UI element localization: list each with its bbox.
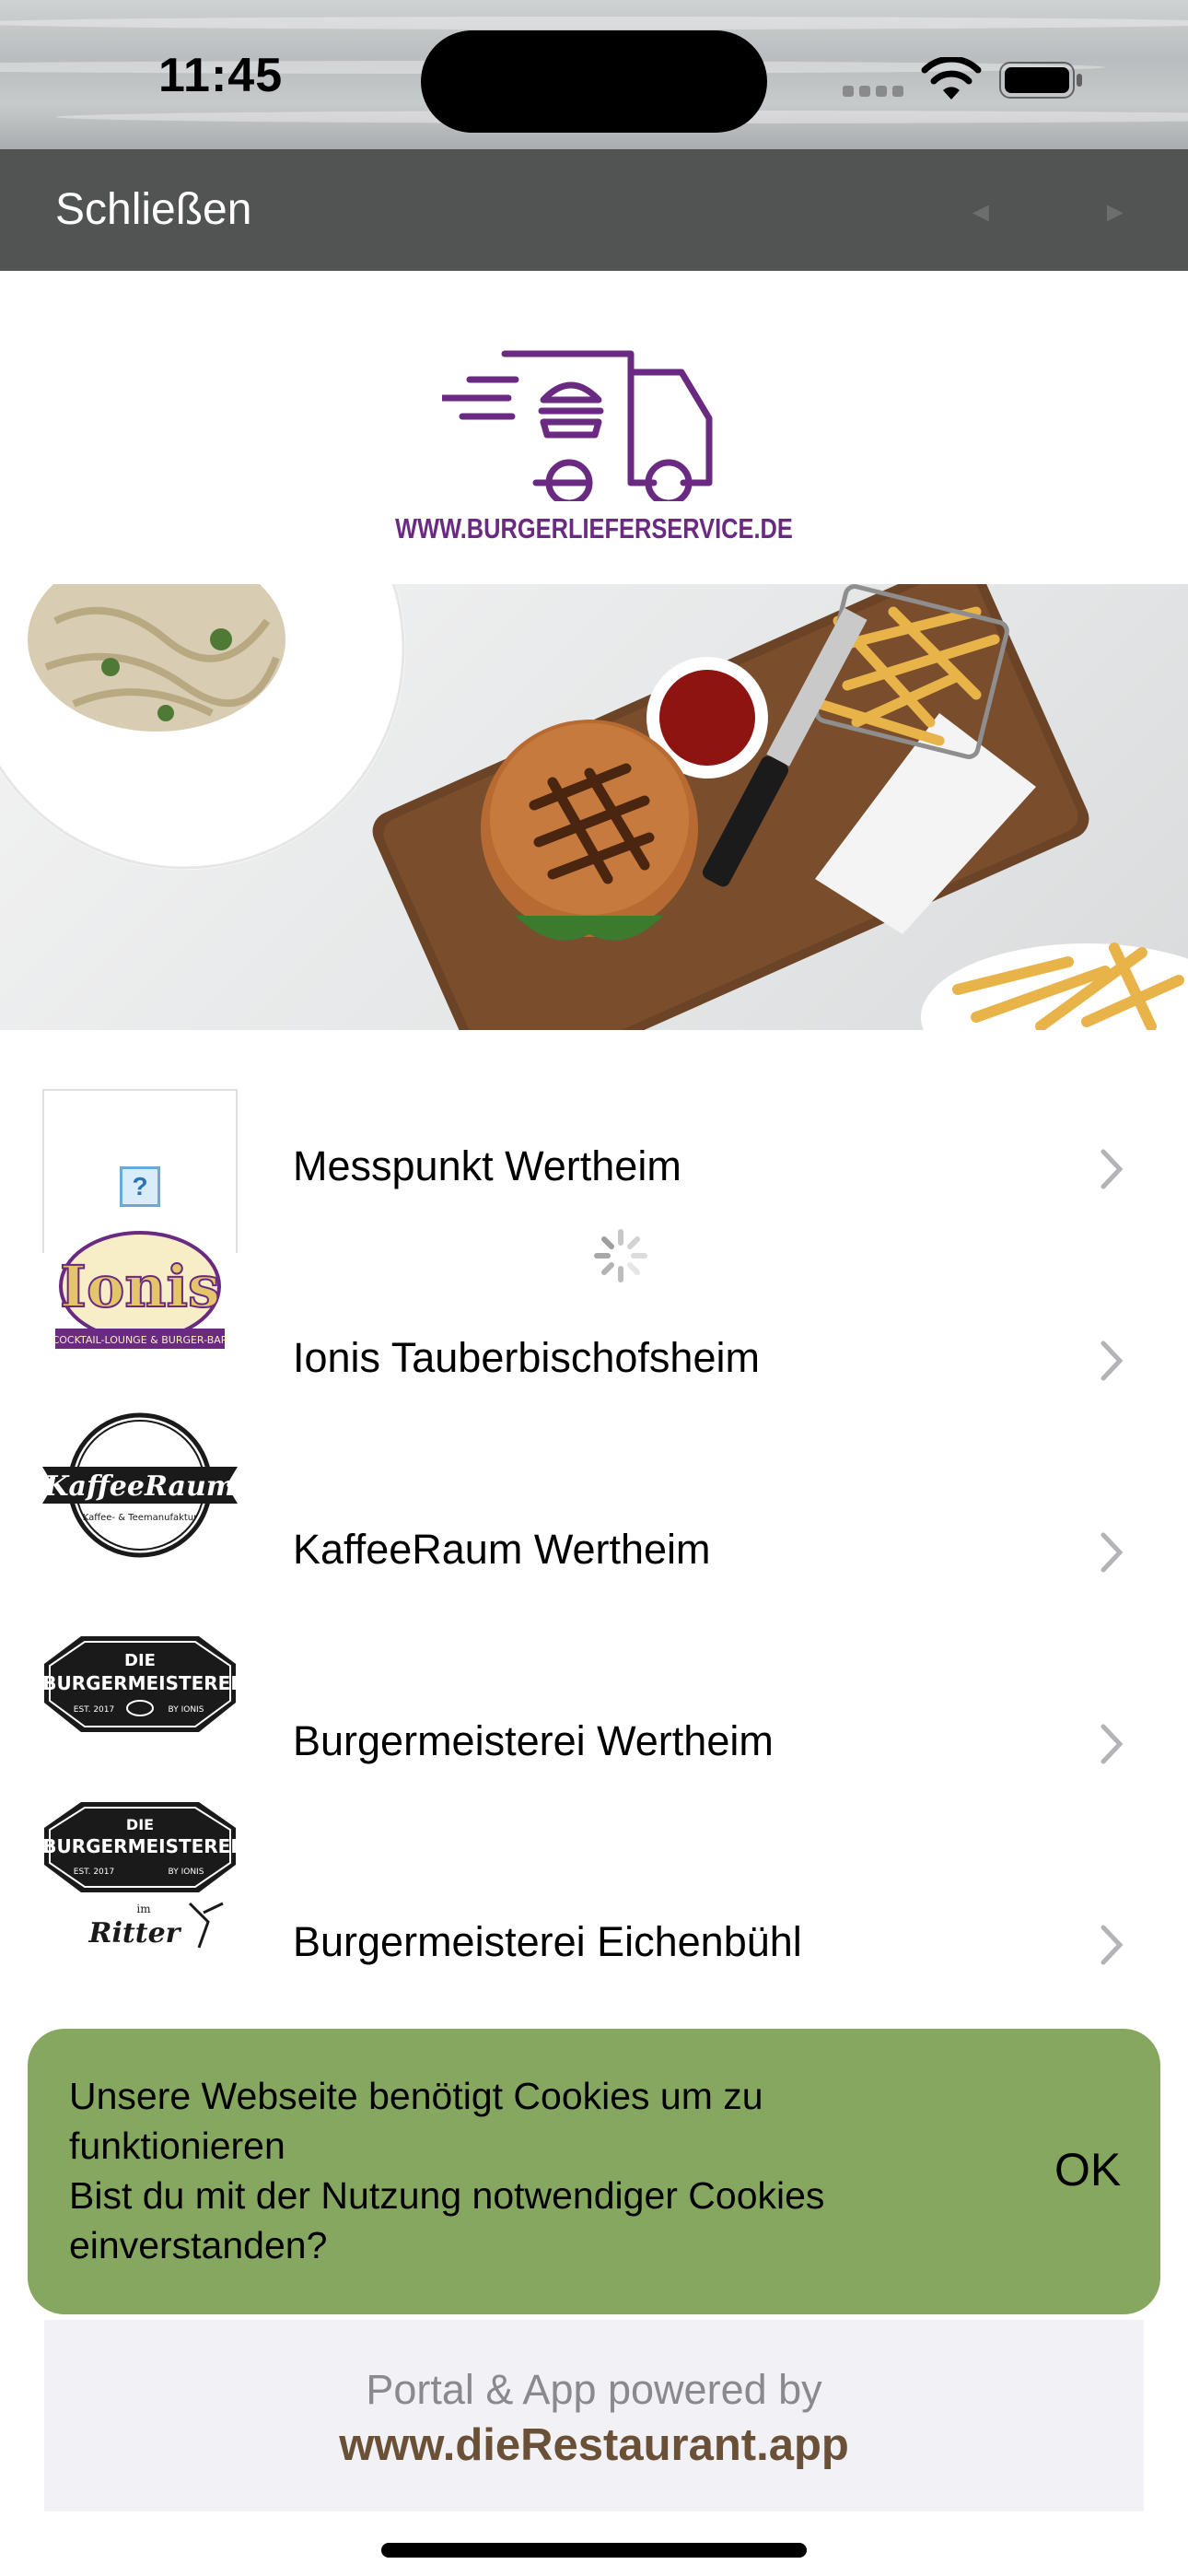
svg-text:KaffeeRaum: KaffeeRaum — [43, 1470, 235, 1503]
list-item[interactable]: DIE BURGERMEISTEREI EST. 2017 BY IONIS B… — [0, 1605, 1188, 1789]
svg-text:Ionis: Ionis — [60, 1253, 220, 1320]
wifi-icon — [921, 57, 982, 100]
svg-text:im: im — [136, 1903, 151, 1915]
footer: Portal & App powered by www.dieRestauran… — [44, 2320, 1144, 2512]
list-item[interactable]: ? Messpunkt Wertheim — [0, 1030, 1188, 1253]
svg-text:BY IONIS: BY IONIS — [169, 1705, 204, 1715]
close-button[interactable]: Schließen — [55, 184, 251, 235]
footer-link[interactable]: www.dieRestaurant.app — [44, 2419, 1144, 2471]
back-arrow-icon[interactable]: ◄ — [967, 197, 995, 228]
forward-arrow-icon[interactable]: ► — [1101, 197, 1129, 228]
restaurant-name: KaffeeRaum Wertheim — [293, 1526, 711, 1573]
svg-text:EST. 2017: EST. 2017 — [74, 1868, 114, 1877]
cookie-message: Unsere Webseite benötigt Cookies um zu f… — [69, 2071, 953, 2270]
battery-icon — [999, 62, 1082, 99]
dynamic-island — [421, 30, 767, 133]
kaffeeraum-logo: KaffeeRaum Kaffee- & Teemanufaktur — [42, 1412, 238, 1558]
svg-text:BURGERMEISTEREI: BURGERMEISTEREI — [42, 1835, 238, 1857]
chevron-right-icon — [1101, 1149, 1124, 1189]
browser-toolbar: Schließen ◄ ► — [0, 149, 1188, 271]
chevron-right-icon — [1101, 1341, 1124, 1381]
home-indicator[interactable] — [381, 2543, 807, 2558]
chevron-right-icon — [1101, 1925, 1124, 1965]
cookie-message-line2: Bist du mit der Nutzung notwendiger Cook… — [69, 2174, 825, 2266]
ionis-logo: Ionis COCKTAIL-LOUNGE & BURGER-BAR — [52, 1231, 228, 1349]
burgermeisterei-logo: DIE BURGERMEISTEREI EST. 2017 BY IONIS — [42, 1636, 238, 1732]
status-bar: 11:45 — [0, 0, 1188, 149]
status-time: 11:45 — [158, 49, 284, 102]
restaurant-name: Burgermeisterei Eichenbühl — [293, 1918, 802, 1965]
background-wave — [0, 17, 1188, 29]
cookie-ok-button[interactable]: OK — [1054, 2143, 1121, 2196]
hero-image-burger — [0, 584, 1188, 1030]
svg-text:EST. 2017: EST. 2017 — [74, 1705, 114, 1715]
svg-text:Kaffee- & Teemanufaktur: Kaffee- & Teemanufaktur — [83, 1513, 198, 1523]
cookie-banner: Unsere Webseite benötigt Cookies um zu f… — [28, 2029, 1160, 2314]
cellular-icon — [843, 85, 909, 101]
svg-text:DIE: DIE — [126, 1816, 154, 1833]
svg-text:BY IONIS: BY IONIS — [169, 1868, 204, 1877]
cookie-message-line1: Unsere Webseite benötigt Cookies um zu f… — [69, 2075, 763, 2167]
svg-text:Ritter: Ritter — [88, 1917, 182, 1950]
chevron-right-icon — [1101, 1532, 1124, 1573]
burgermeisterei-ritter-logo: DIE BURGERMEISTEREI EST. 2017 BY IONIS i… — [42, 1802, 238, 1950]
restaurant-name: Burgermeisterei Wertheim — [293, 1717, 774, 1764]
list-item[interactable]: DIE BURGERMEISTEREI EST. 2017 BY IONIS i… — [0, 1797, 1188, 1981]
site-header: WWW.BURGERLIEFERSERVICE.DE — [0, 271, 1188, 584]
svg-text:BURGERMEISTEREI: BURGERMEISTEREI — [42, 1672, 238, 1694]
svg-text:DIE: DIE — [124, 1651, 156, 1670]
logo-url-text: WWW.BURGERLIEFERSERVICE.DE — [395, 512, 793, 544]
list-item[interactable]: KaffeeRaum Kaffee- & Teemanufaktur Kaffe… — [0, 1412, 1188, 1598]
delivery-truck-logo — [442, 350, 713, 501]
restaurant-name: Messpunkt Wertheim — [293, 1142, 681, 1189]
restaurant-name: Ionis Tauberbischofsheim — [293, 1334, 760, 1381]
loading-spinner-icon — [594, 1229, 647, 1282]
chevron-right-icon — [1101, 1724, 1124, 1764]
missing-image-icon: ? — [120, 1166, 160, 1207]
hero-food-illustration — [0, 584, 1188, 1030]
footer-powered-by: Portal & App powered by — [366, 2366, 822, 2413]
svg-text:COCKTAIL-LOUNGE & BURGER-BAR: COCKTAIL-LOUNGE & BURGER-BAR — [52, 1334, 228, 1346]
